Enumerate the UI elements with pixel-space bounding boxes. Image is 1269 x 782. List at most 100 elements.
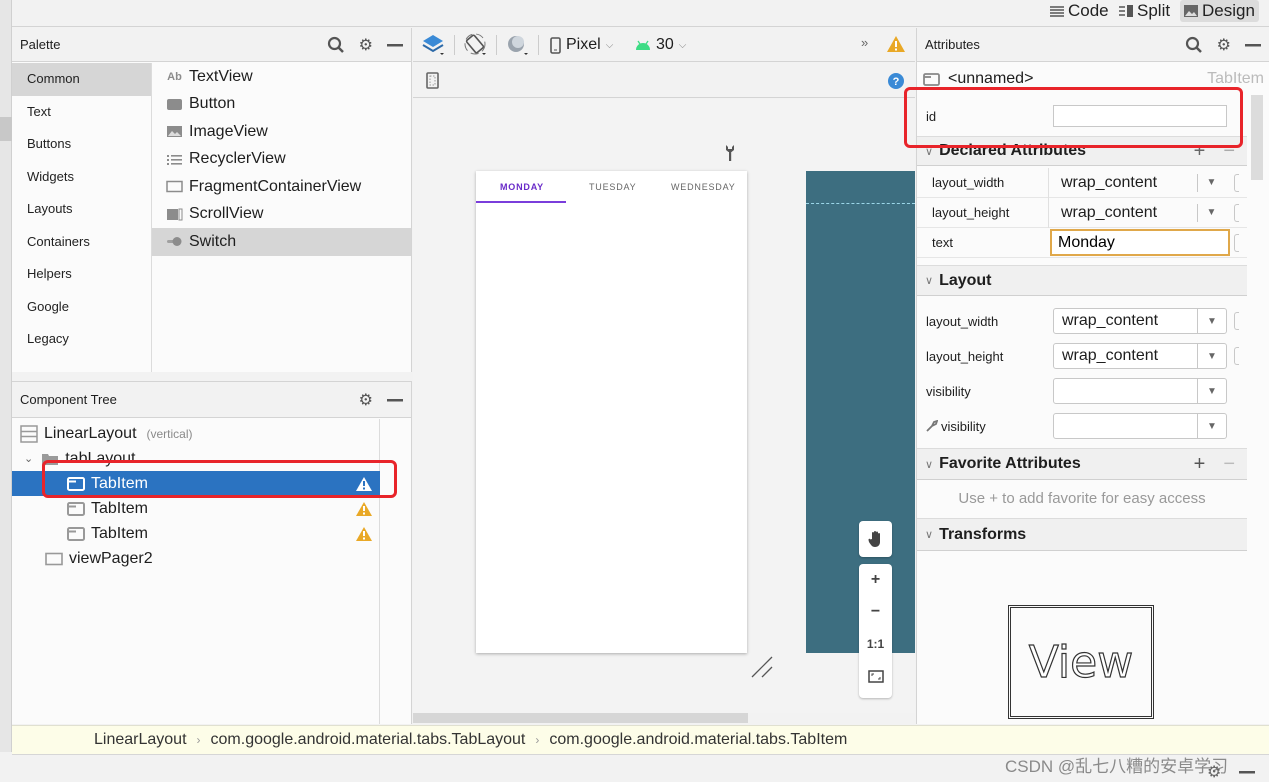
widget-fragmentcontainerview[interactable]: FragmentContainerView (152, 173, 411, 201)
category-containers[interactable]: Containers (12, 226, 151, 259)
zoom-in-button[interactable]: + (859, 564, 892, 596)
dropdown-arrow-icon[interactable]: ▼ (1197, 173, 1225, 192)
split-mode-button[interactable]: Split (1115, 0, 1174, 22)
dropdown-arrow-icon[interactable]: ▼ (1197, 309, 1226, 333)
help-icon[interactable]: ? (888, 73, 904, 89)
overflow-icon[interactable]: » (861, 35, 868, 50)
device-frame-icon[interactable] (426, 72, 439, 89)
minimize-icon[interactable] (1239, 770, 1255, 774)
widget-scrollview[interactable]: ScrollView (152, 201, 411, 229)
night-mode-icon[interactable] (506, 33, 530, 57)
favorite-attributes-section[interactable]: ∨ Favorite Attributes + − (917, 448, 1247, 480)
gear-icon[interactable]: ⚙ (1217, 35, 1231, 55)
warning-icon[interactable] (356, 501, 372, 516)
widget-imageview[interactable]: ImageView (152, 118, 411, 146)
category-common[interactable]: Common (12, 63, 151, 96)
layout-row-tools-visibility: visibility ▼ (917, 412, 1247, 440)
tree-node-viewpager2[interactable]: viewPager2 (12, 546, 380, 571)
resize-handle-icon[interactable] (750, 655, 774, 679)
preview-tab-monday[interactable]: MONDAY (500, 182, 544, 192)
dropdown-arrow-icon[interactable]: ▼ (1197, 203, 1225, 222)
attributes-scrollbar[interactable] (1251, 95, 1263, 180)
dropdown-arrow-icon[interactable]: ▼ (1197, 344, 1226, 368)
device-preview[interactable]: MONDAY TUESDAY WEDNESDAY (476, 171, 747, 653)
minimize-icon[interactable] (387, 398, 403, 402)
preview-tab-tuesday[interactable]: TUESDAY (589, 182, 636, 192)
wrench-icon[interactable] (724, 144, 736, 162)
resource-picker[interactable] (1234, 312, 1239, 330)
tree-node-linearlayout[interactable]: LinearLayout (vertical) (12, 421, 380, 446)
svg-text:?: ? (893, 76, 900, 88)
blueprint-guide (806, 203, 915, 204)
api-level-selector[interactable]: 30 ⌵ (635, 28, 686, 62)
layout-row-visibility: visibility ▼ (917, 377, 1247, 405)
layers-icon[interactable] (422, 33, 446, 57)
attr-value: wrap_content (1062, 312, 1159, 329)
dropdown-arrow-icon[interactable]: ▼ (1197, 414, 1226, 438)
device-selector[interactable]: Pixel ⌵ (550, 28, 613, 62)
attr-name: text (932, 235, 953, 250)
category-google[interactable]: Google (12, 291, 151, 324)
category-legacy[interactable]: Legacy (12, 323, 151, 356)
widget-textview[interactable]: Ab TextView (152, 63, 411, 91)
add-icon[interactable]: + (1194, 453, 1206, 476)
warning-icon[interactable] (356, 526, 372, 541)
textview-icon: Ab (167, 70, 182, 83)
resource-picker[interactable] (1234, 347, 1239, 365)
tools-visibility-dropdown[interactable]: ▼ (1053, 413, 1227, 439)
layout-height-dropdown[interactable]: wrap_content ▼ (1053, 343, 1227, 369)
remove-icon[interactable]: − (1223, 453, 1235, 476)
zoom-out-button[interactable]: − (859, 596, 892, 628)
search-icon[interactable] (327, 36, 345, 54)
search-icon[interactable] (1185, 36, 1203, 54)
breadcrumb-item[interactable]: com.google.android.material.tabs.TabItem (549, 731, 847, 749)
category-buttons[interactable]: Buttons (12, 128, 151, 161)
minimize-icon[interactable] (387, 43, 403, 47)
resource-picker[interactable] (1234, 174, 1239, 192)
category-widgets[interactable]: Widgets (12, 161, 151, 194)
breadcrumb-item[interactable]: com.google.android.material.tabs.TabLayo… (211, 731, 526, 749)
code-lines-icon (1050, 6, 1064, 17)
minimize-icon[interactable] (1245, 43, 1261, 47)
code-mode-button[interactable]: Code (1046, 0, 1113, 22)
pan-button[interactable] (859, 521, 892, 557)
design-mode-button[interactable]: Design (1180, 0, 1259, 22)
widget-switch[interactable]: Switch (152, 228, 411, 256)
chevron-down-icon: ⌵ (605, 39, 614, 51)
dropdown-arrow-icon[interactable]: ▼ (1197, 379, 1226, 403)
category-text[interactable]: Text (12, 96, 151, 129)
palette-widgets: Ab TextView Button ImageView RecyclerVie… (152, 63, 411, 372)
warning-icon[interactable] (887, 36, 905, 52)
layout-width-combo[interactable]: wrap_content ▼ (1051, 170, 1216, 196)
widget-recyclerview[interactable]: RecyclerView (152, 146, 411, 174)
declared-row-layout-width: layout_width wrap_content ▼ (917, 168, 1247, 198)
text-attribute-input[interactable] (1050, 229, 1230, 256)
chevron-down-icon[interactable]: ⌄ (24, 452, 33, 465)
orientation-icon[interactable] (464, 33, 488, 57)
attr-value: wrap_content (1062, 347, 1159, 364)
gear-icon[interactable]: ⚙ (359, 390, 373, 410)
actual-size-button[interactable]: 1:1 (859, 628, 892, 660)
widget-label: Button (189, 95, 236, 113)
fit-screen-button[interactable] (859, 660, 892, 692)
tree-node-tabitem[interactable]: TabItem (12, 521, 380, 546)
resource-picker[interactable] (1234, 234, 1239, 252)
category-helpers[interactable]: Helpers (12, 258, 151, 291)
transforms-section[interactable]: ∨ Transforms (917, 518, 1247, 551)
gear-icon[interactable]: ⚙ (359, 35, 373, 55)
gear-icon[interactable]: ⚙ (1207, 762, 1221, 782)
breadcrumb-item[interactable]: LinearLayout (94, 731, 187, 749)
breadcrumb: LinearLayout › com.google.android.materi… (12, 725, 1269, 755)
canvas-horizontal-scrollbar[interactable] (413, 713, 748, 723)
category-layouts[interactable]: Layouts (12, 193, 151, 226)
layout-width-dropdown[interactable]: wrap_content ▼ (1053, 308, 1227, 334)
tree-node-tabitem[interactable]: TabItem (12, 496, 380, 521)
watermark-text: CSDN @乱七八糟的安卓学习 (1005, 757, 1229, 776)
preview-tab-wednesday[interactable]: WEDNESDAY (671, 182, 736, 192)
resource-picker[interactable] (1234, 204, 1239, 222)
layout-section[interactable]: ∨ Layout (917, 265, 1247, 296)
visibility-dropdown[interactable]: ▼ (1053, 378, 1227, 404)
left-strip-handle[interactable] (0, 117, 12, 141)
layout-height-combo[interactable]: wrap_content ▼ (1051, 200, 1216, 226)
widget-button[interactable]: Button (152, 91, 411, 119)
